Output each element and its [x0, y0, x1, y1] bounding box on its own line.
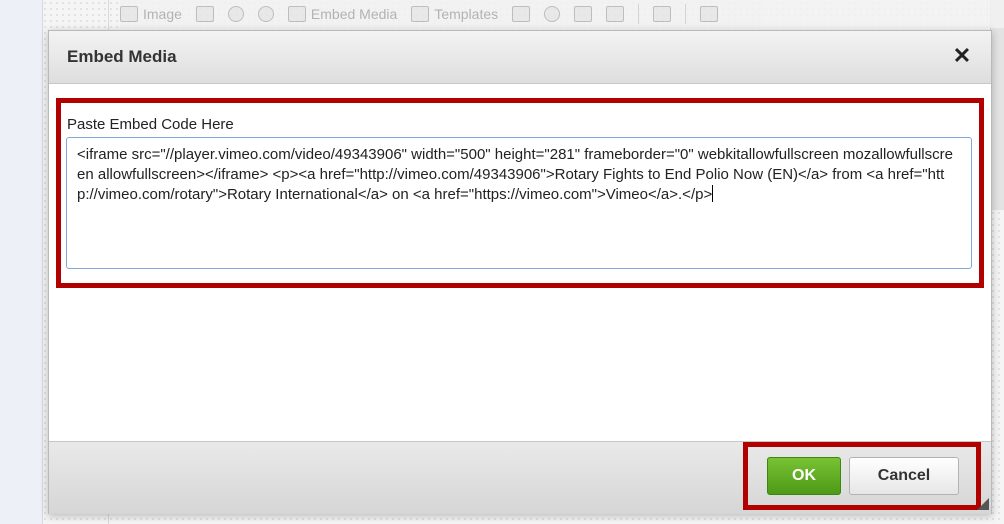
- toolbar-embed-media-button[interactable]: Embed Media: [287, 6, 398, 22]
- film-icon: [287, 6, 306, 22]
- insert-file-icon[interactable]: [195, 6, 214, 22]
- close-icon[interactable]: ✕: [947, 41, 977, 71]
- cancel-button[interactable]: Cancel: [849, 457, 959, 495]
- text-caret: [712, 185, 714, 202]
- toolbar-image-button[interactable]: Image: [120, 6, 182, 22]
- horizontal-rule-icon[interactable]: [512, 6, 531, 22]
- editor-toolbar: Image Embed Media Templates: [120, 0, 1004, 28]
- toolbar-templates-label: Templates: [434, 6, 499, 22]
- right-scrollbar[interactable]: [990, 0, 1004, 210]
- ok-button[interactable]: OK: [767, 457, 841, 495]
- dialog-footer: OK Cancel: [49, 441, 991, 514]
- template-icon: [411, 6, 430, 22]
- embed-media-dialog: Embed Media ✕ Paste Embed Code Here <ifr…: [48, 30, 992, 514]
- left-rail: [0, 0, 43, 524]
- special-char-icon[interactable]: [574, 6, 593, 22]
- embed-code-label: Paste Embed Code Here: [67, 116, 234, 133]
- toolbar-embed-media-label: Embed Media: [310, 6, 398, 22]
- toolbar-separator: [638, 4, 640, 24]
- dialog-header: Embed Media ✕: [49, 31, 991, 84]
- dialog-title: Embed Media: [67, 47, 177, 66]
- edit-icon[interactable]: [227, 6, 244, 22]
- dialog-body: Paste Embed Code Here <iframe src="//pla…: [49, 84, 991, 441]
- resize-grip-icon[interactable]: [977, 498, 989, 510]
- globe-icon[interactable]: [257, 6, 274, 22]
- page-break-icon[interactable]: [606, 6, 625, 22]
- image-icon: [120, 6, 138, 22]
- embed-code-textarea[interactable]: <iframe src="//player.vimeo.com/video/49…: [66, 137, 972, 269]
- toolbar-image-label: Image: [143, 6, 182, 22]
- toolbar-templates-button[interactable]: Templates: [411, 6, 498, 22]
- embed-code-text: <iframe src="//player.vimeo.com/video/49…: [77, 146, 953, 203]
- maximize-icon[interactable]: [700, 6, 719, 22]
- show-blocks-icon[interactable]: [653, 6, 672, 22]
- toolbar-separator: [685, 4, 687, 24]
- smiley-icon[interactable]: [544, 6, 561, 22]
